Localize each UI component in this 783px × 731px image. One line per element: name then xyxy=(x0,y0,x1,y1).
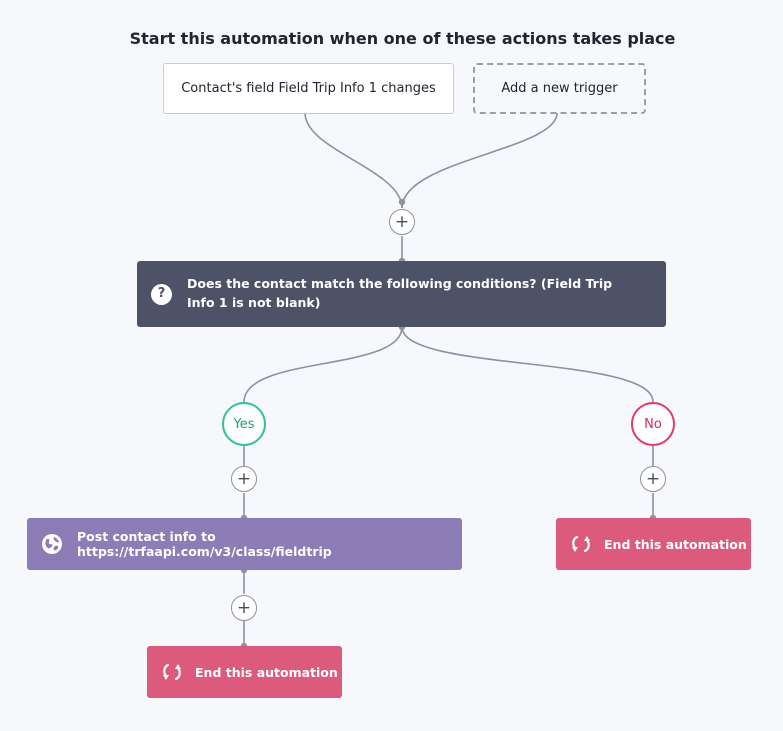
branch-no[interactable]: No xyxy=(631,402,675,446)
webhook-label: Post contact info to https://trfaapi.com… xyxy=(77,529,332,559)
add-step-button-no[interactable]: + xyxy=(640,466,666,492)
condition-label: Does the contact match the following con… xyxy=(187,276,613,310)
question-icon: ? xyxy=(151,283,172,305)
branch-yes[interactable]: Yes xyxy=(222,402,266,446)
trigger-field-change[interactable]: Contact's field Field Trip Info 1 change… xyxy=(163,63,454,114)
connector-condition-yes xyxy=(243,326,403,403)
end-label: End this automation xyxy=(604,536,747,552)
connector-trigger-1 xyxy=(304,112,403,209)
condition-block[interactable]: ? Does the contact match the following c… xyxy=(137,261,666,327)
trigger-label: Contact's field Field Trip Info 1 change… xyxy=(181,81,436,96)
webhook-action[interactable]: Post contact info to https://trfaapi.com… xyxy=(27,518,462,570)
add-trigger-label: Add a new trigger xyxy=(501,81,618,96)
globe-icon xyxy=(42,534,62,554)
connector-trigger-2 xyxy=(401,112,558,209)
automation-canvas: Start this automation when one of these … xyxy=(0,0,783,731)
page-title: Start this automation when one of these … xyxy=(129,29,676,48)
add-step-button-yes[interactable]: + xyxy=(231,466,257,492)
add-trigger-button[interactable]: Add a new trigger xyxy=(473,63,646,114)
connector-condition-no xyxy=(401,326,654,403)
connector-dot xyxy=(398,198,406,206)
end-automation-yes[interactable]: End this automation xyxy=(147,646,342,698)
cycle-arrows-icon xyxy=(572,535,590,553)
add-step-button[interactable]: + xyxy=(389,209,415,235)
cycle-arrows-icon xyxy=(163,663,181,681)
end-label: End this automation xyxy=(195,664,338,680)
add-step-button-after-webhook[interactable]: + xyxy=(231,595,257,621)
end-automation-no[interactable]: End this automation xyxy=(556,518,751,570)
